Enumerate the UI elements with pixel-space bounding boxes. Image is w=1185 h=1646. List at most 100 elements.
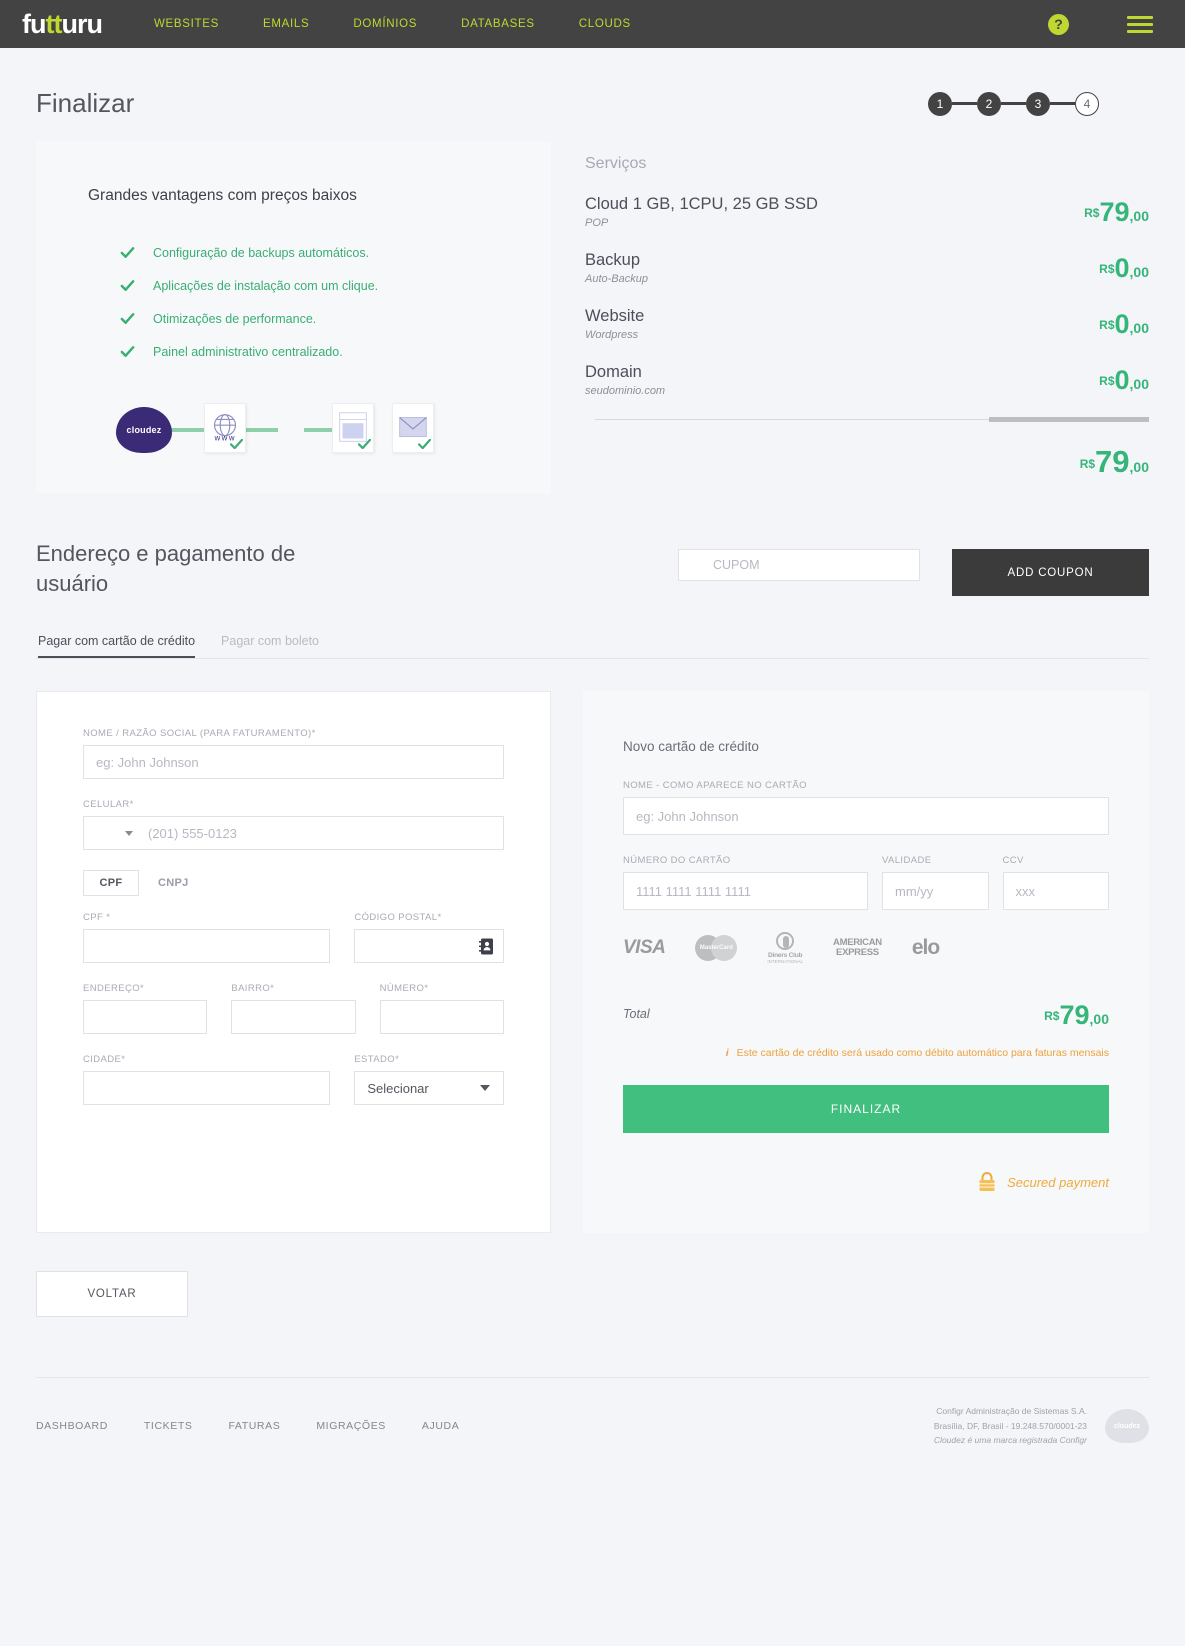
phone-input[interactable] (83, 816, 504, 851)
field-district: BAIRRO* (231, 983, 356, 1035)
help-icon[interactable]: ? (1048, 13, 1069, 35)
logo-part-2: tt (45, 8, 62, 39)
service-price: R$0,00 (1099, 363, 1149, 394)
postal-label: CÓDIGO POSTAL* (354, 912, 442, 924)
diners-club-icon: Diners Club INTERNATIONAL (767, 932, 803, 964)
price-amount: 79 (1099, 197, 1130, 227)
field-state: ESTADO* Selecionar (354, 1054, 504, 1106)
section-title: Endereço e pagamento de usuário (36, 541, 296, 596)
address-label: ENDEREÇO* (83, 983, 145, 995)
coupon-input[interactable] (678, 549, 920, 581)
number-input[interactable] (379, 1000, 504, 1035)
nav-link-dominios[interactable]: DOMÍNIOS (353, 18, 417, 30)
card-holder-input[interactable] (623, 797, 1109, 836)
service-subtitle: seudominio.com (585, 385, 666, 397)
back-button[interactable]: VOLTAR (36, 1271, 188, 1318)
diners-name: Diners Club (768, 952, 803, 960)
price-cents: ,00 (1129, 264, 1149, 280)
nav-link-clouds[interactable]: CLOUDS (579, 18, 631, 30)
nav-link-emails[interactable]: EMAILS (263, 18, 309, 30)
diners-sub: INTERNATIONAL (767, 959, 804, 965)
nav-link-websites[interactable]: WEBSITES (154, 18, 219, 30)
country-selector[interactable] (95, 826, 133, 840)
brand-logo[interactable]: futturu (22, 8, 103, 39)
state-select[interactable]: Selecionar (354, 1071, 504, 1106)
tab-boleto[interactable]: Pagar com boleto (221, 634, 319, 658)
step-1[interactable]: 1 (928, 91, 952, 116)
service-row: Website Wordpress R$0,00 (585, 307, 1149, 341)
payment-forms-row: NOME / RAZÃO SOCIAL (PARA FATURAMENTO)* … (36, 691, 1149, 1234)
cloudez-footer-logo: cloudez (1105, 1409, 1149, 1444)
diagram-card-email (392, 403, 434, 453)
advantage-label: Otimizações de performance. (153, 311, 317, 326)
district-label: BAIRRO* (231, 983, 275, 995)
nav-link-databases[interactable]: DATABASES (461, 18, 535, 30)
footer-link-migracoes[interactable]: MIGRAÇÕES (316, 1420, 386, 1432)
step-2[interactable]: 2 (977, 91, 1001, 116)
city-label: CIDADE* (83, 1054, 126, 1066)
expiry-input[interactable] (881, 872, 989, 911)
footer-link-ajuda[interactable]: AJUDA (422, 1420, 459, 1432)
ccv-input[interactable] (1002, 872, 1110, 911)
address-book-icon[interactable] (479, 938, 494, 955)
hamburger-menu-icon[interactable] (1127, 15, 1153, 33)
card-total-price: R$79,00 (1044, 998, 1109, 1029)
price-cents: ,00 (1129, 320, 1149, 336)
field-ccv: CCV (1002, 855, 1110, 911)
ccv-label: CCV (1002, 855, 1024, 867)
elo-icon: elo (912, 936, 940, 960)
toggle-cpf[interactable]: CPF (83, 870, 139, 897)
summary-divider (595, 417, 1149, 422)
footer-link-tickets[interactable]: TICKETS (144, 1420, 193, 1432)
district-input[interactable] (231, 1000, 356, 1035)
number-label: NÚMERO* (379, 983, 429, 995)
tab-credit-card[interactable]: Pagar com cartão de crédito (38, 634, 196, 659)
city-input[interactable] (83, 1071, 331, 1106)
address-input[interactable] (83, 1000, 208, 1035)
credit-card-panel: Novo cartão de crédito NOME - COMO APARE… (583, 691, 1149, 1234)
check-icon (230, 439, 243, 449)
footer-links: DASHBOARD TICKETS FATURAS MIGRAÇÕES AJUD… (36, 1420, 459, 1432)
state-label: ESTADO* (354, 1054, 400, 1066)
currency-symbol: R$ (1044, 1009, 1060, 1024)
card-total-row: Total R$79,00 (623, 998, 1109, 1029)
notice-text: Este cartão de crédito será usado como d… (736, 1047, 1109, 1060)
amex-icon: AMERICAN EXPRESS (833, 937, 882, 959)
footer-link-dashboard[interactable]: DASHBOARD (36, 1420, 108, 1432)
card-panel-title: Novo cartão de crédito (623, 739, 759, 755)
services-heading: Serviços (585, 155, 647, 172)
card-holder-label: NOME - COMO APARECE NO CARTÃO (623, 780, 807, 792)
advantage-item: Aplicações de instalação com um clique. (120, 278, 499, 293)
cpf-input[interactable] (83, 929, 331, 964)
company-details: Configr Administração de Sistemas S.A. B… (934, 1404, 1087, 1447)
advantage-label: Configuração de backups automáticos. (153, 245, 370, 260)
field-name: NOME / RAZÃO SOCIAL (PARA FATURAMENTO)* (83, 728, 504, 780)
service-price: R$79,00 (1084, 195, 1149, 226)
promo-heading: Grandes vantagens com preços baixos (88, 187, 357, 204)
address-row: ENDEREÇO* BAIRRO* NÚMERO* (83, 983, 504, 1035)
summary-row: Grandes vantagens com preços baixos Conf… (36, 141, 1149, 493)
name-input[interactable] (83, 745, 504, 780)
service-name: Cloud 1 GB, 1CPU, 25 GB SSD (585, 195, 818, 213)
step-4[interactable]: 4 (1075, 91, 1099, 116)
total-cents: ,00 (1129, 459, 1149, 475)
total-amount: 79 (1059, 1000, 1090, 1031)
logo-part-1: fu (22, 8, 47, 39)
field-city: CIDADE* (83, 1054, 331, 1106)
step-rule-2 (1001, 102, 1026, 105)
diagram-card-website (332, 403, 374, 453)
amex-line-2: EXPRESS (836, 947, 879, 959)
field-expiry: VALIDADE (881, 855, 989, 911)
footer-link-faturas[interactable]: FATURAS (228, 1420, 280, 1432)
add-coupon-button[interactable]: ADD COUPON (952, 549, 1149, 596)
diagram-connector (166, 428, 208, 432)
service-row: Domain seudominio.com R$0,00 (585, 363, 1149, 397)
secured-payment-label: Secured payment (1007, 1174, 1109, 1190)
section-header-row: Endereço e pagamento de usuário ADD COUP… (36, 539, 1149, 598)
finalize-button[interactable]: FINALIZAR (623, 1085, 1109, 1134)
toggle-cnpj[interactable]: CNPJ (143, 870, 204, 896)
primary-nav-links: WEBSITES EMAILS DOMÍNIOS DATABASES CLOUD… (154, 18, 631, 30)
card-number-input[interactable] (623, 872, 868, 911)
step-3[interactable]: 3 (1026, 91, 1050, 116)
total-amount: 79 (1095, 444, 1130, 479)
